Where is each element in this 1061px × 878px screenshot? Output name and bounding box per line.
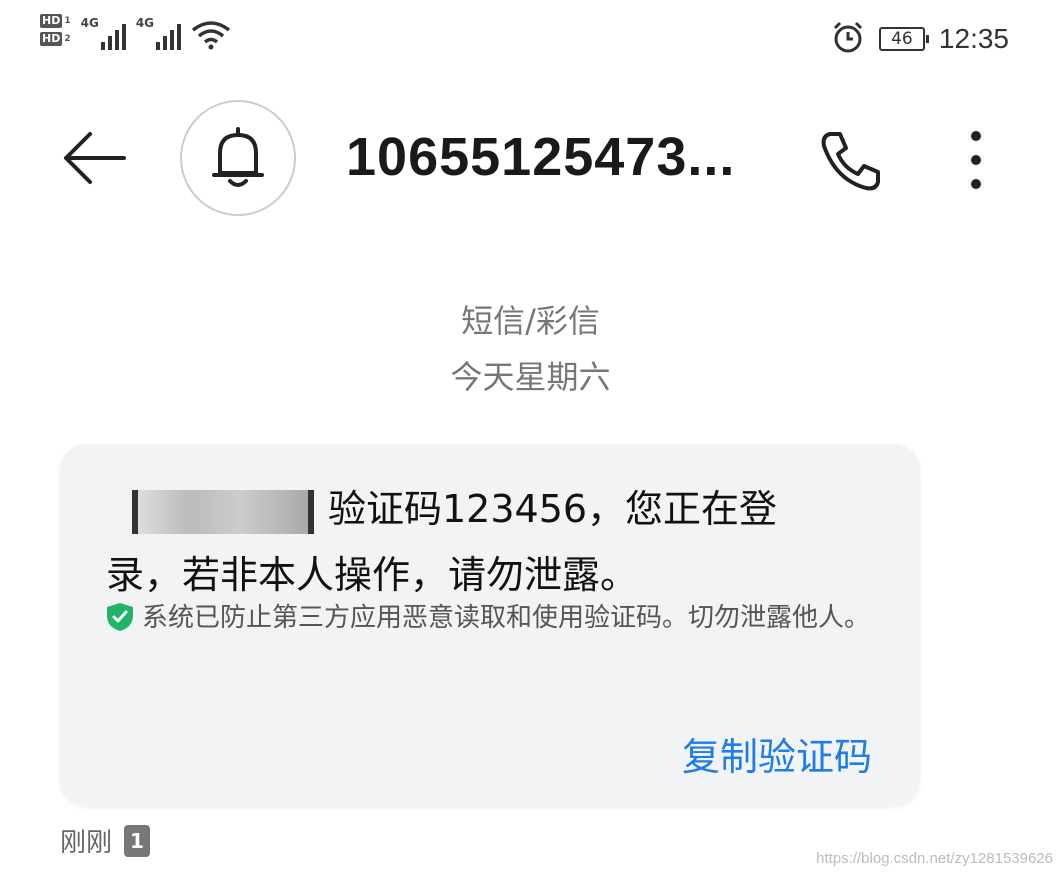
redacted-sender-name: [132, 489, 314, 534]
hd-icon: HD 1: [40, 14, 71, 28]
contact-avatar[interactable]: [180, 100, 296, 216]
message-bubble[interactable]: 验证码123456，您正在登录，若非本人操作，请勿泄露。 系统已防止第三方应用恶…: [60, 444, 920, 806]
hd-indicators: HD 1 HD 2: [40, 14, 71, 46]
message-type-label: 短信/彩信: [461, 302, 600, 340]
security-notice: 系统已防止第三方应用恶意读取和使用验证码。切勿泄露他人。: [106, 594, 886, 642]
copy-code-button[interactable]: 复制验证码: [682, 726, 872, 781]
call-button[interactable]: [818, 128, 884, 194]
sim-card-icon: 1: [124, 824, 151, 857]
status-right: 46 12:35: [831, 20, 1009, 58]
back-arrow-icon: [64, 132, 126, 184]
status-bar: HD 1 HD 2 4G 4G 46 12:35: [0, 0, 1061, 80]
status-time: 12:35: [938, 23, 1009, 54]
status-left: HD 1 HD 2 4G 4G: [40, 14, 231, 54]
hd-label-2: HD: [40, 32, 63, 46]
hd-index-2: 2: [64, 34, 71, 44]
sender-number: 10655125473...: [346, 127, 736, 187]
wifi-icon: [191, 20, 231, 54]
more-options-button[interactable]: [958, 130, 994, 190]
hd-icon: HD 2: [40, 32, 71, 46]
phone-icon: [821, 132, 880, 191]
watermark: https://blog.csdn.net/zy1281539626: [816, 850, 1053, 867]
message-timestamp: 刚刚 1: [60, 822, 151, 859]
sim-index: 1: [130, 828, 144, 853]
message-time: 刚刚: [60, 828, 113, 858]
signal-icon: 4G: [81, 14, 126, 50]
network-label-2: 4G: [135, 16, 155, 30]
signal-icon: 4G: [135, 14, 182, 50]
shield-check-icon: [106, 600, 134, 631]
alarm-icon: [831, 20, 865, 58]
date-divider: 今天星期六: [450, 358, 611, 396]
more-vertical-icon: [971, 131, 981, 189]
security-notice-text: 系统已防止第三方应用恶意读取和使用验证码。切勿泄露他人。: [142, 603, 871, 633]
conversation-header: 10655125473...: [0, 96, 1061, 226]
message-body: 验证码123456，您正在登录，若非本人操作，请勿泄露。: [106, 476, 846, 608]
battery-level: 46: [891, 29, 913, 49]
back-button[interactable]: [58, 128, 128, 188]
network-label-1: 4G: [80, 16, 99, 30]
hd-label-1: HD: [40, 14, 63, 28]
battery-icon: 46: [878, 27, 929, 51]
bell-icon: [212, 127, 264, 187]
hd-index-1: 1: [64, 16, 71, 26]
